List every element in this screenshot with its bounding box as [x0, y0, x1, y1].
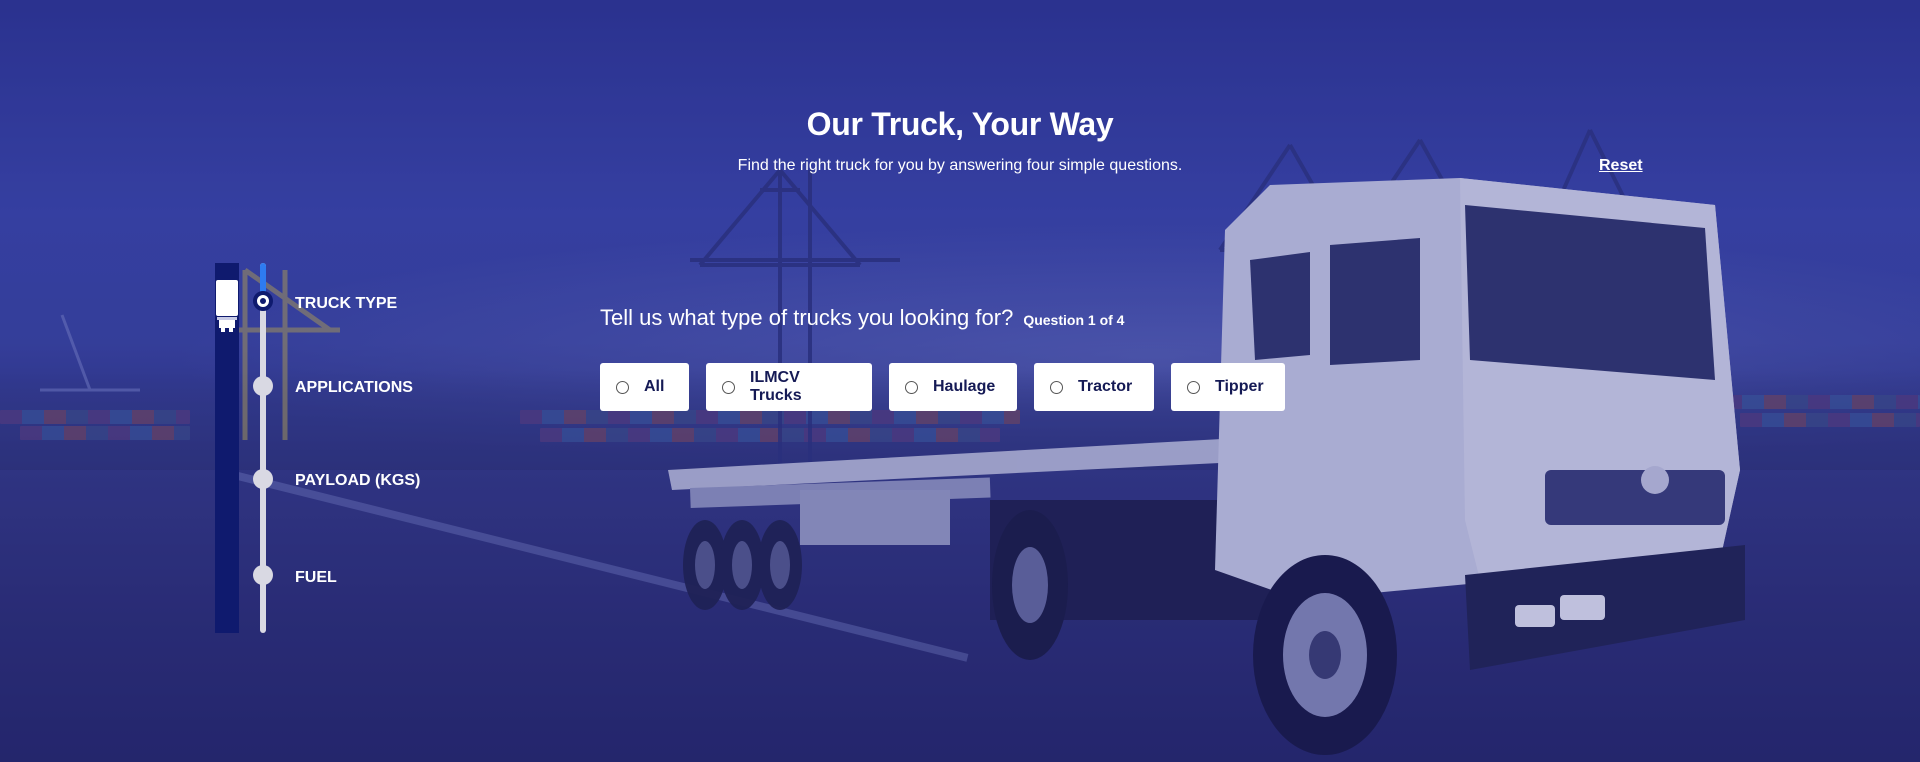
option-label: Haulage [933, 378, 996, 395]
truck-icon [216, 280, 238, 332]
radio-icon[interactable] [1050, 380, 1063, 394]
option-tractor[interactable]: Tractor [1034, 363, 1154, 411]
stepper-progress [260, 263, 266, 293]
reset-link[interactable]: Reset [1599, 157, 1643, 175]
step-label-fuel[interactable]: FUEL [295, 569, 337, 587]
radio-icon[interactable] [722, 380, 735, 394]
radio-icon[interactable] [1187, 380, 1200, 394]
option-label: Tipper [1215, 378, 1264, 395]
option-label: ILMCV Trucks [750, 369, 802, 404]
truck-type-options: All ILMCV Trucks Haulage Tractor Tipper [600, 363, 1285, 411]
step-dot-truck-type[interactable] [253, 291, 273, 311]
option-label: Tractor [1078, 378, 1133, 395]
step-dot-fuel[interactable] [253, 565, 273, 585]
radio-icon[interactable] [616, 380, 629, 394]
step-dot-applications[interactable] [253, 376, 273, 396]
option-haulage[interactable]: Haulage [889, 363, 1017, 411]
option-all[interactable]: All [600, 363, 689, 411]
step-label-truck-type[interactable]: TRUCK TYPE [295, 295, 397, 313]
option-tipper[interactable]: Tipper [1171, 363, 1285, 411]
question-heading: Tell us what type of trucks you looking … [600, 305, 1124, 331]
radio-icon[interactable] [905, 380, 918, 394]
question-counter: Question 1 of 4 [1023, 312, 1125, 328]
step-label-payload[interactable]: PAYLOAD (KGS) [295, 472, 420, 490]
step-label-applications[interactable]: APPLICATIONS [295, 379, 413, 397]
step-dot-payload[interactable] [253, 469, 273, 489]
page-title: Our Truck, Your Way [806, 106, 1114, 142]
option-ilmcv-trucks[interactable]: ILMCV Trucks [706, 363, 872, 411]
question-text: Tell us what type of trucks you looking … [600, 305, 1014, 330]
option-label: All [644, 378, 665, 395]
